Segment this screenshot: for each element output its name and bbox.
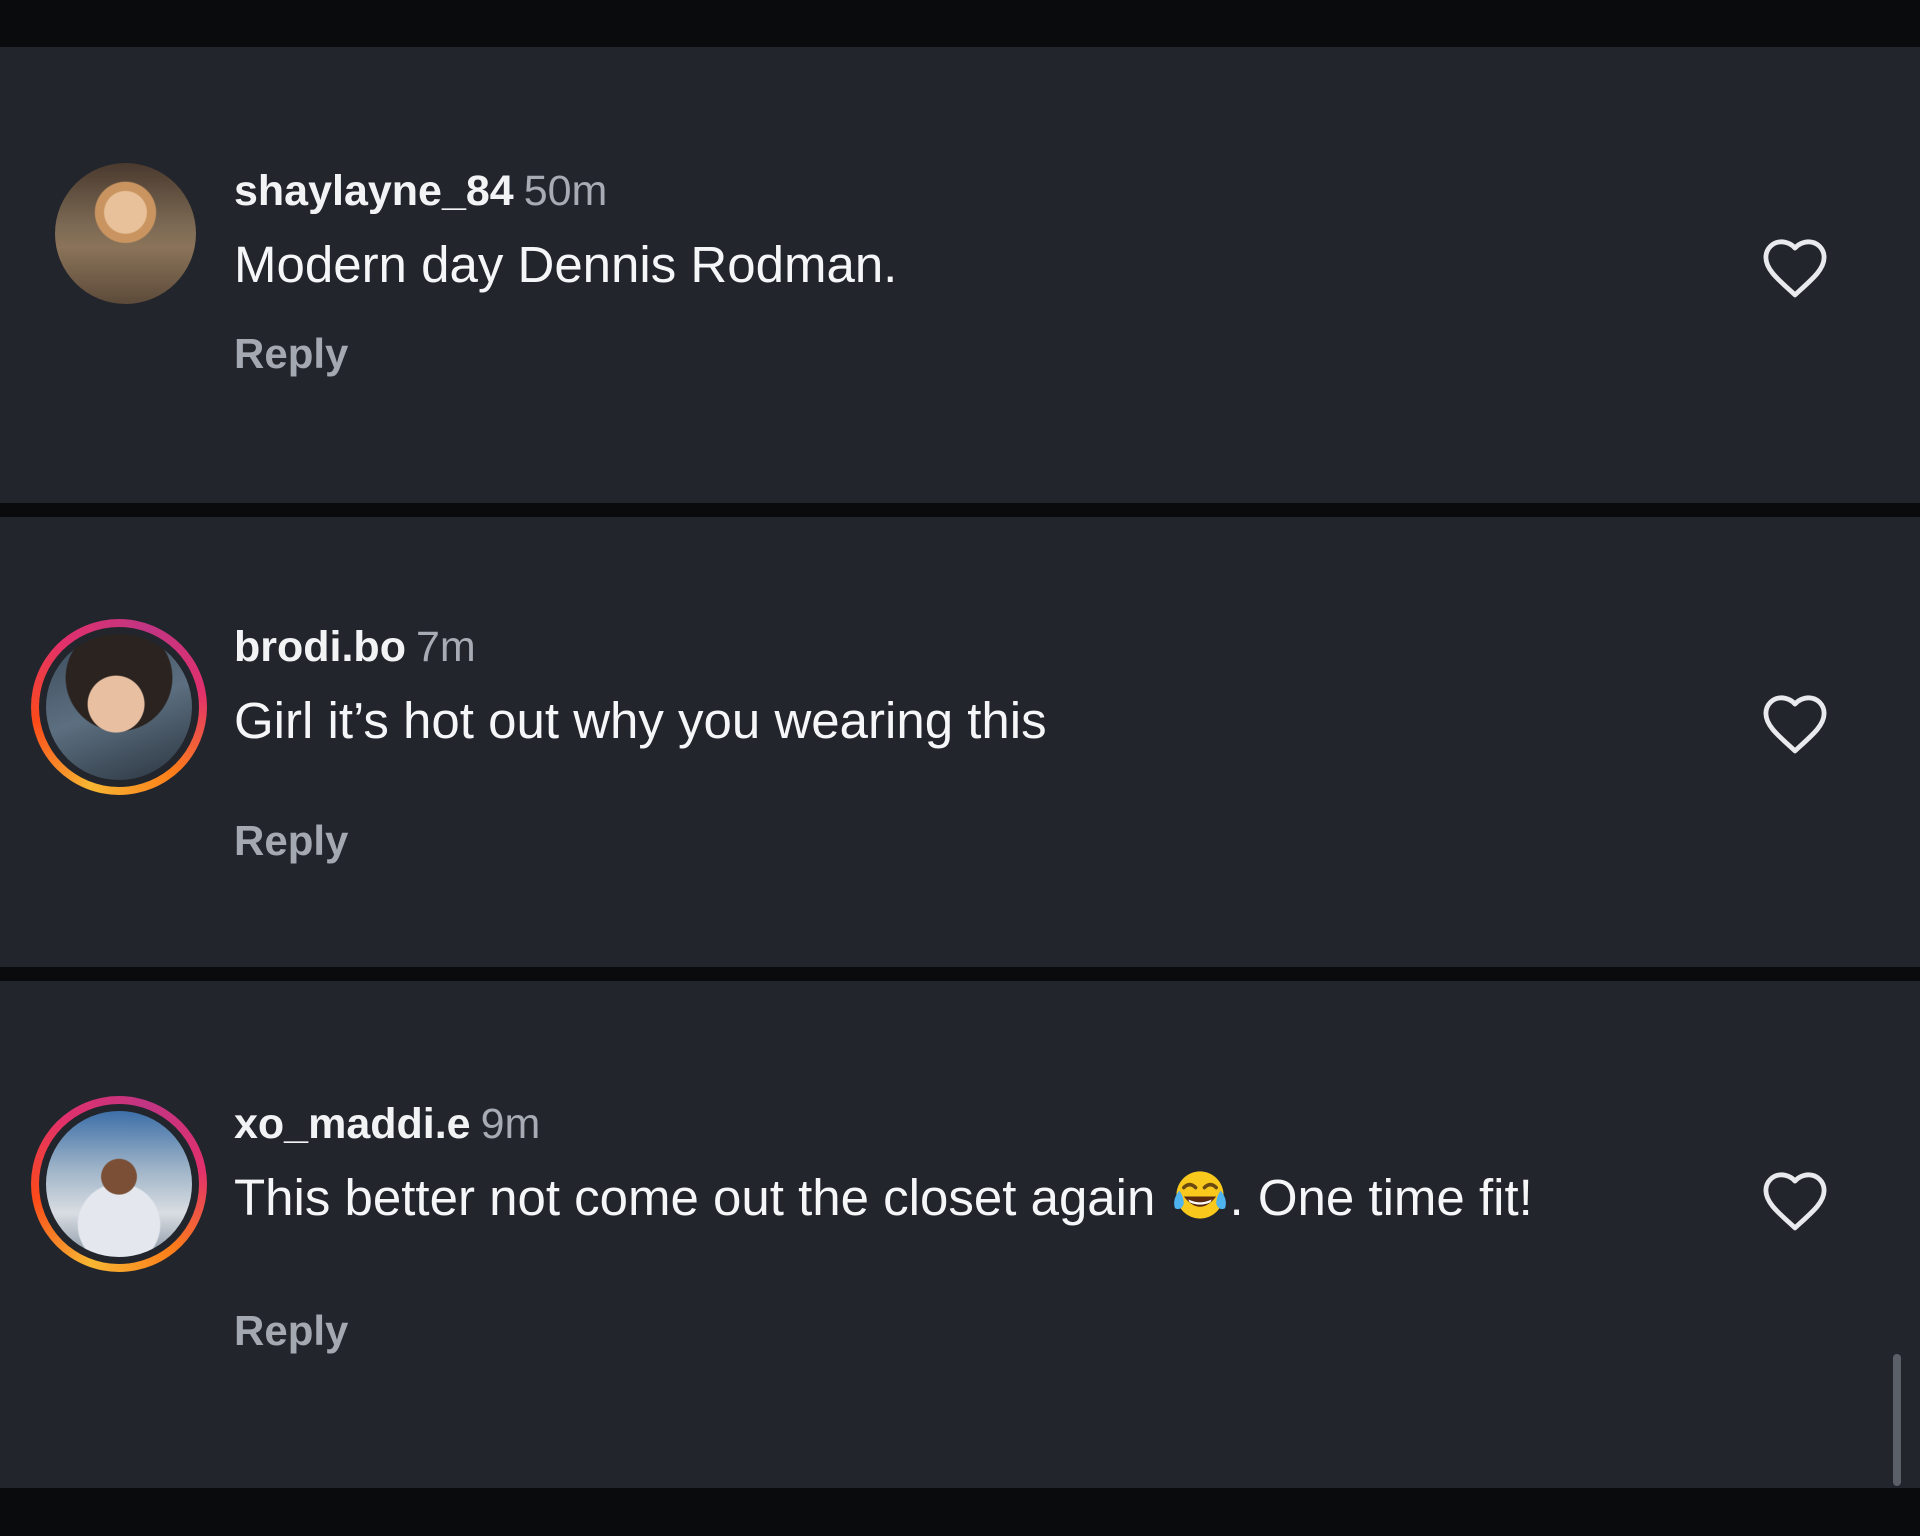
comments-screen: shaylayne_84 50m Modern day Dennis Rodman… [0, 0, 1920, 1536]
comment-text: Modern day Dennis Rodman. [234, 236, 898, 293]
avatar[interactable] [55, 163, 196, 304]
reply-button[interactable]: Reply [234, 1307, 348, 1355]
username-link[interactable]: xo_maddi.e [234, 1100, 471, 1148]
reply-button[interactable]: Reply [234, 330, 348, 378]
comment-text-part: This better not come out the closet agai… [234, 1169, 1170, 1226]
profile-photo [46, 634, 192, 780]
comment-text-part: . One time fit! [1229, 1169, 1533, 1226]
avatar[interactable] [31, 1096, 207, 1272]
username-link[interactable]: shaylayne_84 [234, 167, 514, 215]
comment-panel: xo_maddi.e 9m This better not come out th… [0, 981, 1920, 1488]
profile-photo [55, 163, 196, 304]
scrollbar[interactable] [1893, 1354, 1901, 1486]
comment-header: shaylayne_84 50m [234, 167, 607, 216]
comment-header: xo_maddi.e 9m [234, 1100, 540, 1149]
heart-outline-icon[interactable] [1758, 1167, 1832, 1233]
avatar[interactable] [31, 619, 207, 795]
comment-panel: brodi.bo 7m Girl it’s hot out why you wea… [0, 517, 1920, 967]
username-link[interactable]: brodi.bo [234, 623, 406, 671]
profile-photo [46, 1111, 192, 1257]
reply-button[interactable]: Reply [234, 817, 348, 865]
comment-panel: shaylayne_84 50m Modern day Dennis Rodman… [0, 47, 1920, 503]
face-with-tears-of-joy-icon [1170, 1167, 1230, 1223]
heart-outline-icon[interactable] [1758, 234, 1832, 300]
comment-timestamp: 9m [480, 1100, 541, 1148]
comment-timestamp: 7m [415, 623, 476, 671]
comment-timestamp: 50m [523, 167, 608, 215]
comment-text: Girl it’s hot out why you wearing this [234, 692, 1047, 749]
comment-text: This better not come out the closet agai… [234, 1167, 1674, 1229]
comment-header: brodi.bo 7m [234, 623, 476, 672]
heart-outline-icon[interactable] [1758, 690, 1832, 756]
